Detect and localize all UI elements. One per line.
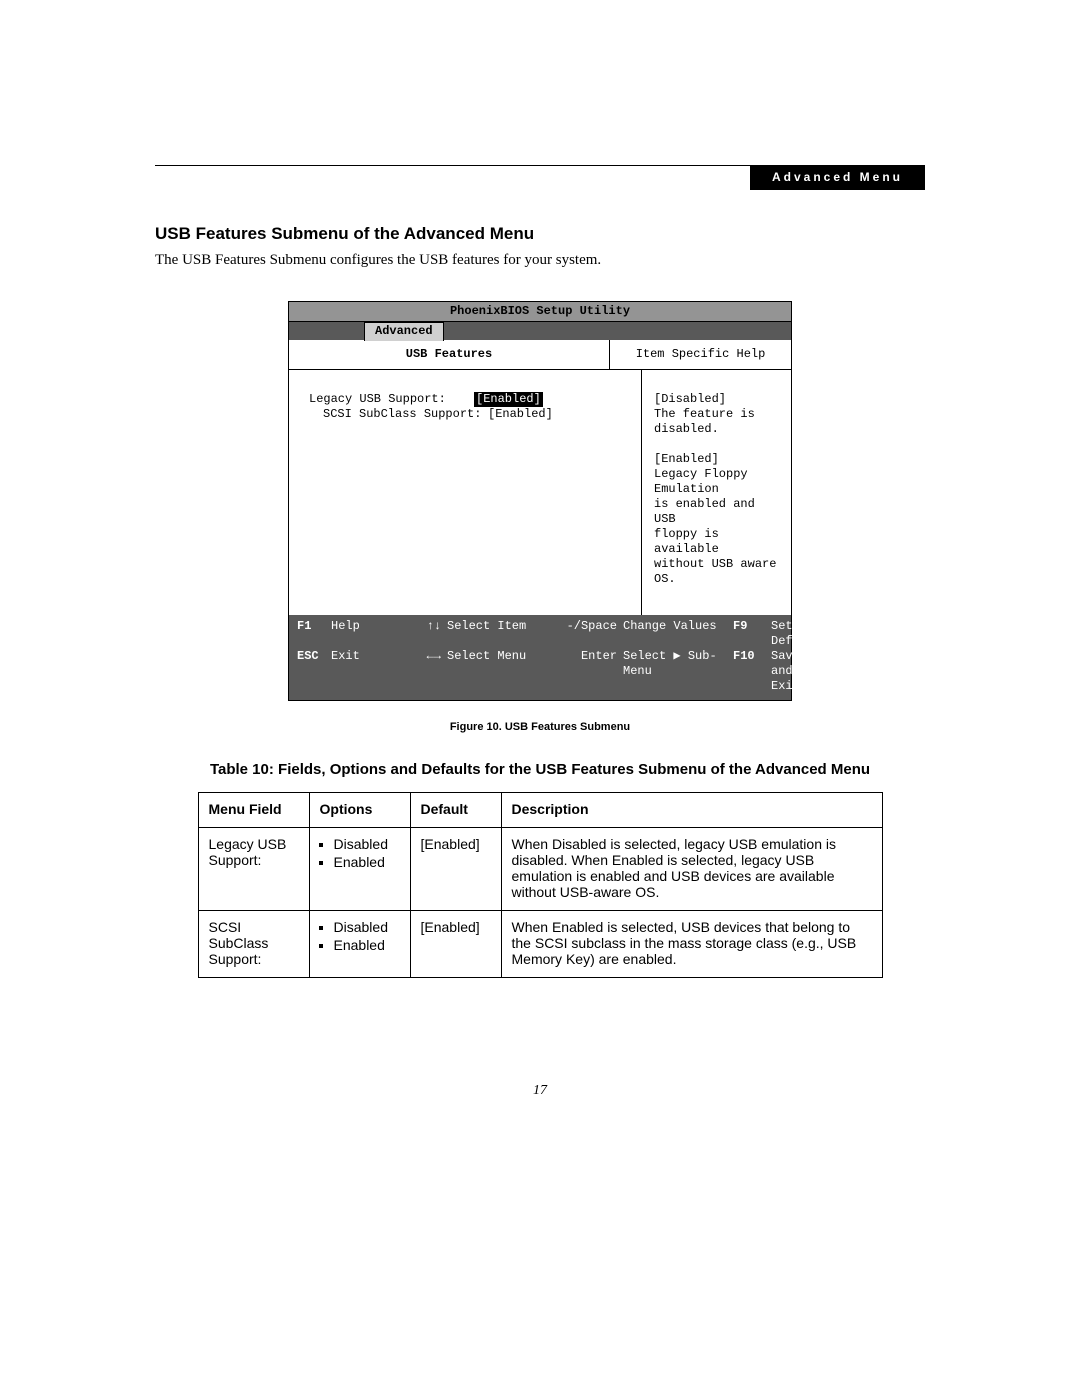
bios-setting-value-selected[interactable]: [Enabled] <box>474 392 543 407</box>
cell-default: [Enabled] <box>410 828 501 911</box>
help-disabled-desc: The feature is disabled. <box>654 407 779 437</box>
footer-change-values: Change Values <box>623 619 733 649</box>
fields-table: Menu Field Options Default Description L… <box>198 792 883 978</box>
footer-key-space: -/Space <box>557 619 623 649</box>
help-enabled-desc: without USB aware OS. <box>654 557 779 587</box>
bios-footer: F1 Help ↑↓ Select Item -/Space Change Va… <box>289 615 791 700</box>
option-item: Disabled <box>334 919 400 935</box>
bios-tab-bar: Advanced <box>289 322 791 340</box>
help-disabled-label: [Disabled] <box>654 392 779 407</box>
footer-key-f10: F10 <box>733 649 771 694</box>
bios-setting-label: Legacy USB Support: <box>309 392 474 407</box>
page-content: Advanced Menu USB Features Submenu of th… <box>155 165 925 978</box>
bios-left-header: USB Features <box>289 340 610 370</box>
table-header-row: Menu Field Options Default Description <box>198 793 882 828</box>
figure-caption: Figure 10. USB Features Submenu <box>155 721 925 733</box>
section-title: USB Features Submenu of the Advanced Men… <box>155 224 925 244</box>
option-item: Enabled <box>334 937 400 953</box>
table-row: Legacy USB Support: Disabled Enabled [En… <box>198 828 882 911</box>
bios-right-header: Item Specific Help <box>610 340 791 370</box>
bios-column-headers: USB Features Item Specific Help <box>289 340 791 370</box>
th-options: Options <box>309 793 410 828</box>
footer-key-f1: F1 <box>297 619 331 649</box>
th-menu-field: Menu Field <box>198 793 309 828</box>
footer-select-menu: Select Menu <box>447 649 557 694</box>
help-enabled-desc: Legacy Floppy Emulation <box>654 467 779 497</box>
updown-icon: ↑↓ <box>381 619 447 649</box>
cell-menu-field: Legacy USB Support: <box>198 828 309 911</box>
option-item: Enabled <box>334 854 400 870</box>
footer-key-esc: ESC <box>297 649 331 694</box>
bios-title: PhoenixBIOS Setup Utility <box>289 302 791 322</box>
help-enabled-desc: is enabled and USB <box>654 497 779 527</box>
bios-screenshot: PhoenixBIOS Setup Utility Advanced USB F… <box>288 301 792 701</box>
th-description: Description <box>501 793 882 828</box>
help-enabled-desc: floppy is available <box>654 527 779 557</box>
bios-setting-row[interactable]: SCSI SubClass Support: [Enabled] <box>309 407 629 422</box>
table-caption: Table 10: Fields, Options and Defaults f… <box>155 761 925 778</box>
footer-select-submenu: Select ▶ Sub-Menu <box>623 649 733 694</box>
cell-default: [Enabled] <box>410 911 501 978</box>
footer-key-f9: F9 <box>733 619 771 649</box>
tab-advanced[interactable]: Advanced <box>364 322 444 341</box>
table-row: SCSI SubClass Support: Disabled Enabled … <box>198 911 882 978</box>
footer-save-exit: Save and Exit <box>771 649 800 694</box>
leftright-icon: ←→ <box>381 649 447 694</box>
bios-setting-row[interactable]: Legacy USB Support: [Enabled] <box>309 392 629 407</box>
bios-settings-pane: Legacy USB Support: [Enabled] SCSI SubCl… <box>289 370 642 615</box>
cell-options: Disabled Enabled <box>309 828 410 911</box>
cell-description: When Disabled is selected, legacy USB em… <box>501 828 882 911</box>
bios-setting-value[interactable]: [Enabled] <box>488 407 553 422</box>
th-default: Default <box>410 793 501 828</box>
bios-setting-label: SCSI SubClass Support: <box>309 407 488 422</box>
cell-description: When Enabled is selected, USB devices th… <box>501 911 882 978</box>
intro-text: The USB Features Submenu configures the … <box>155 252 925 269</box>
footer-select-item: Select Item <box>447 619 557 649</box>
footer-setup-defaults: Setup Defaults <box>771 619 829 649</box>
page-number: 17 <box>0 1083 1080 1099</box>
footer-key-enter: Enter <box>557 649 623 694</box>
footer-action-help: Help <box>331 619 381 649</box>
cell-menu-field: SCSI SubClass Support: <box>198 911 309 978</box>
footer-action-exit: Exit <box>331 649 381 694</box>
help-enabled-label: [Enabled] <box>654 452 779 467</box>
bios-help-pane: [Disabled] The feature is disabled. [Ena… <box>642 370 791 615</box>
option-item: Disabled <box>334 836 400 852</box>
cell-options: Disabled Enabled <box>309 911 410 978</box>
breadcrumb: Advanced Menu <box>750 165 925 190</box>
